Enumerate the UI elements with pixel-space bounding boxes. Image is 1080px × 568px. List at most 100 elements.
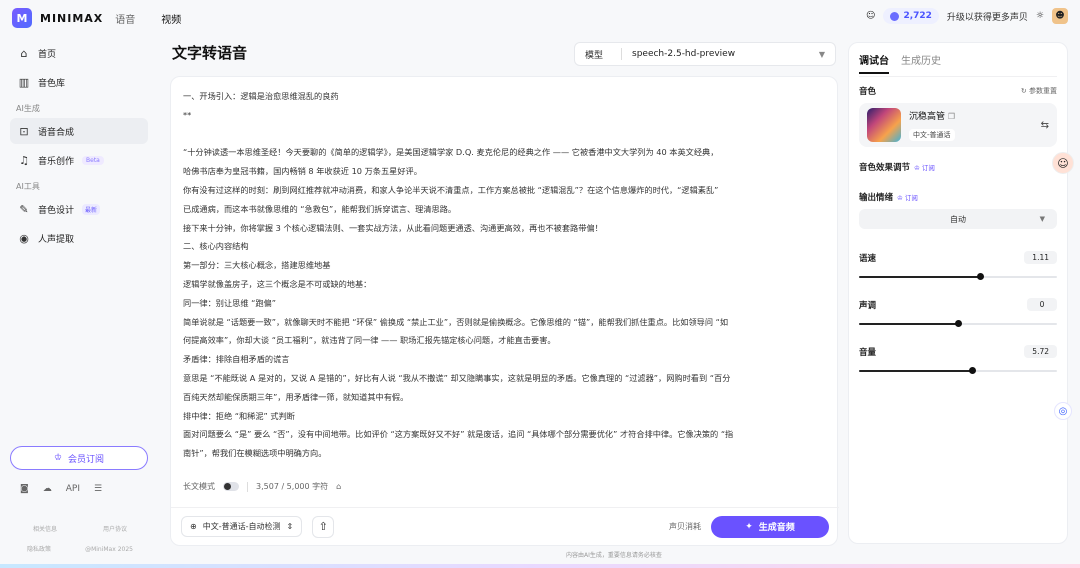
- sidebar-item-label: 首页: [38, 49, 57, 60]
- upgrade-link[interactable]: 升级以获得更多声贝: [947, 10, 1028, 23]
- text-line: 逻辑学就像盖房子，这三个概念是不可或缺的地基：: [183, 278, 372, 289]
- sidebar-item-music[interactable]: ♫ 音乐创作 Beta: [10, 147, 148, 173]
- bottom-gradient: [0, 564, 1080, 568]
- speed-fill: [859, 276, 980, 278]
- user-avatar[interactable]: ☻: [1052, 8, 1068, 24]
- voice-label: 音色: [859, 87, 877, 97]
- upload-button[interactable]: ⇧: [312, 515, 335, 538]
- nav-speech[interactable]: 语音: [115, 11, 135, 26]
- text-line: “十分钟读透一本思维圣经！今天要聊的《简单的逻辑学》，是美国逻辑学家 D.Q. …: [183, 147, 719, 158]
- vip-subscribe-tag[interactable]: ♔ 订阅: [897, 194, 918, 202]
- text-line: **: [183, 109, 192, 120]
- vip-tag-label: 订阅: [921, 164, 935, 172]
- text-line: 矛盾律：排除自相矛盾的谎言: [183, 354, 290, 365]
- voice-name: 沉稳高管: [909, 112, 946, 122]
- brand-name[interactable]: MINIMAX: [40, 12, 103, 25]
- chevron-down-icon: ▼: [1039, 215, 1045, 223]
- clear-icon[interactable]: ⌂: [336, 482, 341, 491]
- wechat-icon[interactable]: ☁: [43, 484, 52, 494]
- model-label: 模型: [585, 50, 604, 61]
- sidebar-item-library[interactable]: ▥ 音色库: [10, 69, 148, 95]
- volume-value[interactable]: 5.72: [1024, 345, 1057, 358]
- vip-label: 会员订阅: [68, 454, 105, 465]
- char-count: 3,507 / 5,000 字符: [256, 482, 329, 491]
- sparkle-icon: ✦: [745, 521, 753, 532]
- language-value: 中文-普通话-自动检测: [202, 522, 281, 531]
- gem-icon: [890, 11, 900, 21]
- top-bar: M MINIMAX 语音 视频 ☺ 2,722 升级以获得更多声贝 ☼ ☻: [0, 0, 1080, 36]
- text-line: [183, 125, 823, 144]
- credit-badge[interactable]: 2,722: [883, 8, 939, 24]
- volume-slider[interactable]: [859, 367, 1057, 374]
- reset-params-button[interactable]: ↻ 参数重置: [1021, 86, 1057, 96]
- assistant-avatar[interactable]: ☺: [1052, 152, 1074, 174]
- long-mode-toggle[interactable]: [223, 482, 239, 491]
- language-select[interactable]: ⊕ 中文-普通话-自动检测 ⇕: [181, 516, 303, 537]
- tab-history[interactable]: 生成历史: [901, 52, 941, 67]
- effect-label: 音色效果调节: [859, 163, 911, 173]
- sidebar-item-voice-design[interactable]: ✎ 音色设计 最新: [10, 196, 148, 222]
- text-content[interactable]: 一、开场引入：逻辑是治愈思维混乱的良药 ** “十分钟读透一本思维圣经！今天要聊的《…: [183, 87, 823, 463]
- help-icon[interactable]: ◎: [1054, 402, 1072, 420]
- sidebar-item-home[interactable]: ⌂ 首页: [10, 40, 148, 66]
- related-link[interactable]: 相关信息: [33, 520, 57, 540]
- discord-icon[interactable]: ◙: [20, 484, 29, 494]
- pitch-knob[interactable]: [955, 320, 962, 327]
- text-line: 同一律：别让思维 “跑偏”: [183, 297, 276, 308]
- generate-audio-button[interactable]: ✦ 生成音频: [711, 515, 829, 538]
- api-link[interactable]: API: [66, 484, 80, 494]
- vocal-extract-icon: ◉: [19, 231, 29, 245]
- nav-video[interactable]: 视频: [161, 11, 181, 26]
- top-right: ☺ 2,722 升级以获得更多声贝 ☼ ☻: [866, 8, 1068, 24]
- text-line: 南针”，帮我们在模糊选项中明确方向。: [183, 448, 327, 459]
- model-select[interactable]: 模型 speech-2.5-hd-preview ▼: [574, 42, 836, 66]
- pitch-fill: [859, 323, 958, 325]
- home-icon: ⌂: [20, 46, 28, 60]
- text-line: 百纯天然却能保质期三年”，用矛盾律一筛，就知道其中有假。: [183, 391, 409, 402]
- speed-label: 语速: [859, 253, 877, 264]
- speed-value[interactable]: 1.11: [1024, 251, 1057, 264]
- divider: [621, 48, 622, 60]
- copy-icon[interactable]: ❐: [948, 112, 955, 121]
- swap-icon[interactable]: ⇆: [1041, 120, 1049, 131]
- privacy-link[interactable]: 隐私政策: [27, 540, 51, 560]
- globe-icon: ⊕: [190, 522, 197, 531]
- volume-knob[interactable]: [968, 367, 976, 374]
- sidebar-item-tts[interactable]: ⊡ 语音合成: [10, 118, 148, 144]
- text-line: 一、开场引入：逻辑是治愈思维混乱的良药: [183, 91, 339, 101]
- theme-toggle-icon[interactable]: ☼: [1036, 11, 1044, 21]
- volume-row: 音量 5.72: [859, 345, 1057, 358]
- divider: [247, 481, 248, 492]
- speed-slider[interactable]: [859, 273, 1057, 280]
- sidebar-footer: 相关信息 用户协议 隐私政策 @MiniMax 2025: [10, 520, 150, 560]
- side-icons: ◙ ☁ API ☰: [20, 484, 102, 494]
- collapse-icon[interactable]: ☰: [94, 484, 102, 494]
- voice-card[interactable]: 沉稳高管 ❐ 中文-普通话 ⇆: [859, 103, 1057, 147]
- ai-disclaimer: 内容由AI生成，重要信息请务必核查: [566, 552, 662, 559]
- speed-row: 语速 1.11: [859, 251, 1057, 264]
- text-line: 意思是 “不能既说 A 是对的，又说 A 是错的”，好比有人说 “我从不撒谎” …: [183, 372, 731, 383]
- sidebar-item-vocal-extract[interactable]: ◉ 人声提取: [10, 225, 148, 251]
- pitch-value[interactable]: 0: [1027, 298, 1057, 311]
- chevron-down-icon: ▼: [818, 49, 825, 59]
- text-line: 排中律：拒绝 “和稀泥” 式判断: [183, 410, 295, 421]
- main-area: 文字转语音 模型 speech-2.5-hd-preview ▼ 一、开场引入：…: [170, 36, 839, 546]
- sidebar-item-label: 语音合成: [38, 127, 75, 138]
- credit-consumption[interactable]: 声贝消耗: [669, 521, 701, 532]
- tab-debug[interactable]: 调试台: [859, 52, 889, 74]
- upload-icon: ⇧: [318, 520, 328, 533]
- vip-subscribe-tag[interactable]: ♔ 订阅: [914, 164, 935, 172]
- minimax-logo[interactable]: M: [12, 8, 32, 28]
- sidebar-item-label: 音乐创作: [38, 156, 75, 167]
- voice-cover-image: [867, 108, 901, 142]
- agreement-link[interactable]: 用户协议: [103, 520, 127, 540]
- section-ai-gen: AI生成: [16, 104, 40, 113]
- pitch-slider[interactable]: [859, 320, 1057, 327]
- discord-top-icon[interactable]: ☺: [866, 11, 875, 21]
- speed-knob[interactable]: [976, 273, 984, 280]
- text-editor[interactable]: 一、开场引入：逻辑是治愈思维混乱的良药 ** “十分钟读透一本思维圣经！今天要聊的《…: [170, 76, 839, 546]
- emotion-select[interactable]: 自动 ▼: [859, 209, 1057, 229]
- voice-design-icon: ✎: [19, 202, 29, 216]
- vip-subscribe-button[interactable]: ♔ 会员订阅: [10, 446, 148, 470]
- volume-label: 音量: [859, 347, 877, 358]
